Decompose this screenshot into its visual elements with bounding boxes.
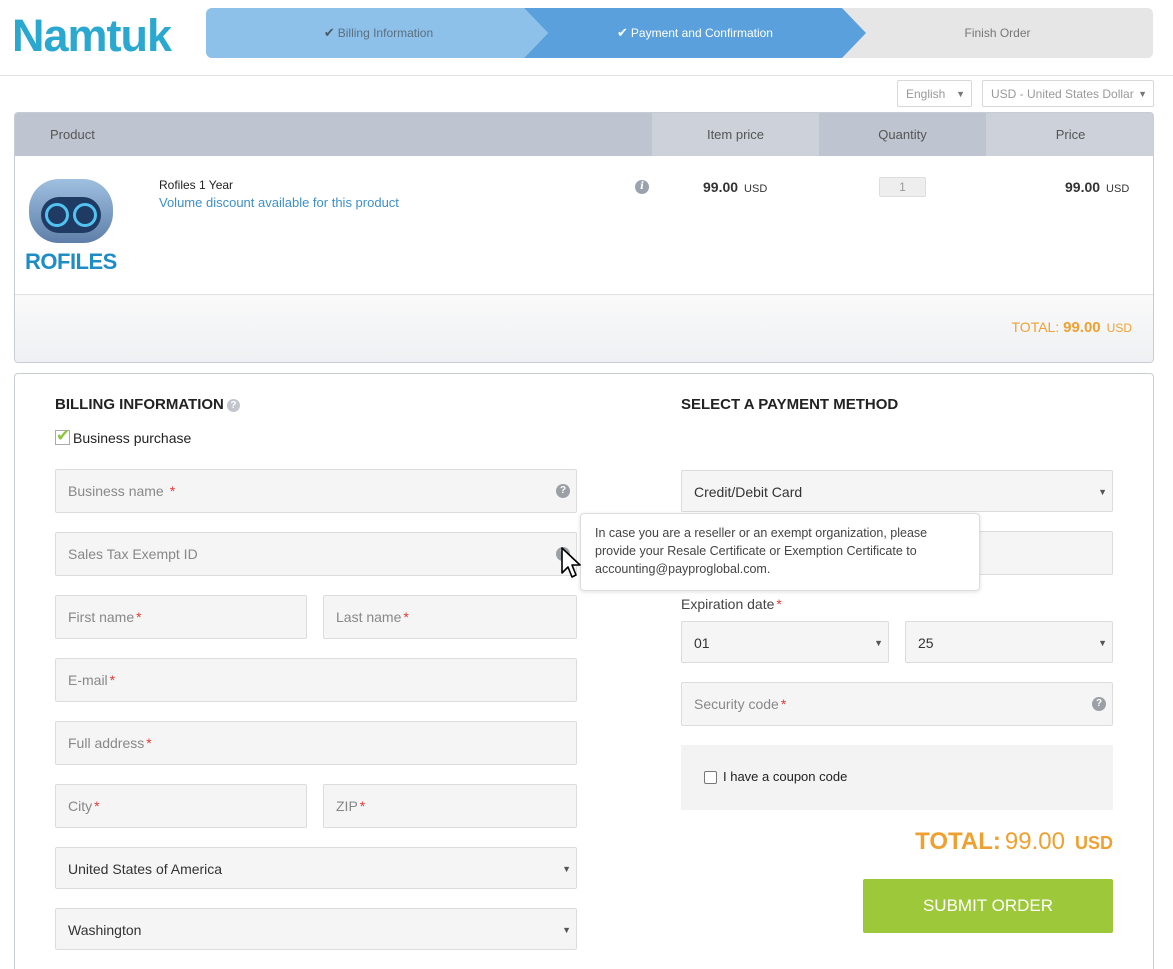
chevron-down-icon: ▼ xyxy=(1098,487,1107,497)
step-payment-confirmation[interactable]: ✔ Payment and Confirmation xyxy=(524,8,866,58)
brand-logo[interactable]: Namtuk xyxy=(12,10,172,62)
check-icon: ✔ xyxy=(323,25,335,40)
first-name-field[interactable]: First name * xyxy=(55,595,307,639)
quantity-input[interactable]: 1 xyxy=(879,177,926,197)
chevron-down-icon: ▼ xyxy=(1098,638,1107,648)
item-price: 99.00 USD xyxy=(703,179,767,195)
sales-tax-exempt-id-field[interactable]: Sales Tax Exempt ID ? xyxy=(55,532,577,576)
product-logo: ROFILES xyxy=(25,173,117,274)
chevron-down-icon: ▼ xyxy=(1138,89,1147,99)
expiration-date-label: Expiration date * xyxy=(681,596,782,612)
expiration-year-select[interactable]: 25 ▼ xyxy=(905,621,1113,663)
row-price-value: 99.00 xyxy=(1065,179,1101,195)
help-icon[interactable]: ? xyxy=(556,484,570,498)
grand-total: TOTAL: 99.00 USD xyxy=(915,828,1113,856)
chevron-down-icon: ▼ xyxy=(562,925,571,935)
cart-table: Product Item price Quantity Price ROFILE… xyxy=(14,112,1154,363)
business-purchase-checkbox[interactable]: Business purchase xyxy=(55,426,192,446)
step-label: Finish Order xyxy=(964,26,1031,40)
payment-title: SELECT A PAYMENT METHOD xyxy=(681,396,899,413)
volume-discount-link[interactable]: Volume discount available for this produ… xyxy=(159,195,399,210)
info-icon[interactable]: i xyxy=(635,180,649,194)
language-value: English xyxy=(906,87,946,101)
cart-header: Product Item price Quantity Price xyxy=(15,113,1153,156)
step-label: Billing Information xyxy=(337,26,434,40)
submit-order-button[interactable]: SUBMIT ORDER xyxy=(863,879,1113,933)
currency-value: USD - United States Dollar xyxy=(991,87,1134,101)
checkbox-checked-icon[interactable] xyxy=(55,426,70,446)
header: Namtuk ✔ Billing Information ✔ Payment a… xyxy=(0,0,1173,76)
row-price: 99.00 USD xyxy=(1065,179,1129,195)
cart-total-value: 99.00 xyxy=(1063,319,1101,336)
grand-total-value: 99.00 xyxy=(1004,828,1065,855)
check-icon: ✔ xyxy=(617,25,628,40)
robot-head-icon xyxy=(29,179,113,243)
product-logo-text: ROFILES xyxy=(25,249,117,274)
grand-total-currency: USD xyxy=(1074,833,1113,853)
grand-total-label: TOTAL: xyxy=(915,828,1001,855)
coupon-checkbox[interactable] xyxy=(704,771,717,784)
help-icon[interactable]: ? xyxy=(1092,697,1106,711)
step-label: Payment and Confirmation xyxy=(630,26,773,40)
item-price-currency: USD xyxy=(744,183,768,195)
header-price: Price xyxy=(986,113,1153,156)
header-product: Product xyxy=(50,127,95,142)
country-select[interactable]: United States of America ▼ xyxy=(55,847,577,889)
step-finish-order: Finish Order xyxy=(842,8,1153,58)
cart-footer: TOTAL: 99.00 USD xyxy=(15,294,1153,362)
city-field[interactable]: City * xyxy=(55,784,307,828)
cart-total-currency: USD xyxy=(1106,321,1132,335)
chevron-down-icon: ▼ xyxy=(956,89,965,99)
language-select[interactable]: English ▼ xyxy=(897,80,972,107)
expiration-month-select[interactable]: 01 ▼ xyxy=(681,621,889,663)
step-billing-information[interactable]: ✔ Billing Information xyxy=(206,8,548,58)
coupon-label[interactable]: I have a coupon code xyxy=(723,769,847,784)
checkout-form: BILLING INFORMATION? Business purchase B… xyxy=(14,373,1154,969)
business-purchase-label: Business purchase xyxy=(73,430,192,446)
chevron-down-icon: ▼ xyxy=(874,638,883,648)
chevron-down-icon: ▼ xyxy=(562,864,571,874)
product-name: Rofiles 1 Year xyxy=(159,178,234,192)
email-field[interactable]: E-mail * xyxy=(55,658,577,702)
full-address-field[interactable]: Full address * xyxy=(55,721,577,765)
row-price-currency: USD xyxy=(1106,183,1130,195)
item-price-value: 99.00 xyxy=(703,179,739,195)
mouse-cursor-icon xyxy=(561,547,581,578)
last-name-field[interactable]: Last name * xyxy=(323,595,577,639)
help-icon[interactable]: ? xyxy=(226,398,240,412)
cart-total-label: TOTAL: xyxy=(1011,319,1060,335)
header-quantity: Quantity xyxy=(819,113,986,156)
checkout-steps: ✔ Billing Information ✔ Payment and Conf… xyxy=(206,8,1153,58)
zip-field[interactable]: ZIP * xyxy=(323,784,577,828)
tax-exempt-tooltip: In case you are a reseller or an exempt … xyxy=(580,513,980,591)
coupon-section: I have a coupon code xyxy=(681,745,1113,810)
payment-method-select[interactable]: Credit/Debit Card ▼ xyxy=(681,470,1113,512)
business-name-field[interactable]: Business name * ? xyxy=(55,469,577,513)
security-code-field[interactable]: Security code * ? xyxy=(681,682,1113,726)
state-select[interactable]: Washington ▼ xyxy=(55,908,577,950)
currency-select[interactable]: USD - United States Dollar ▼ xyxy=(982,80,1154,107)
billing-title: BILLING INFORMATION? xyxy=(55,396,240,413)
cart-total: TOTAL: 99.00 USD xyxy=(1012,319,1133,336)
header-item-price: Item price xyxy=(652,113,819,156)
